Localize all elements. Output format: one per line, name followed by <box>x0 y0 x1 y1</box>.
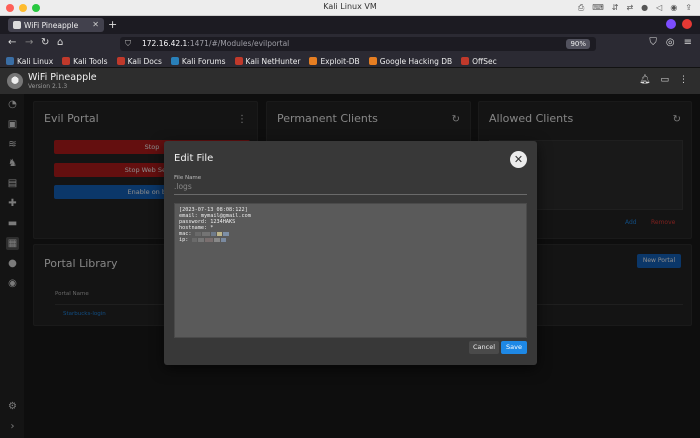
file-content-editor[interactable]: [2023-07-13 08:08:122] email: mymail@gmai… <box>174 203 527 338</box>
window-title-bar: Kali Linux VM ⎙ ⌨ ⇵ ⇄ ● ◁ ◉ ⇪ <box>0 0 700 16</box>
extension-icon[interactable] <box>666 19 676 29</box>
account-icon[interactable]: ◎ <box>666 37 675 48</box>
save-button[interactable]: Save <box>501 341 527 354</box>
bell-icon[interactable]: 🔔︎ <box>639 75 650 85</box>
browser-nav-bar: ← → ↻ ⌂ ⛉ 172.16.42.1:1471/#/Modules/evi… <box>0 34 700 54</box>
camera-icon[interactable]: ◉ <box>670 3 677 13</box>
extension-icons <box>666 19 692 29</box>
reload-icon[interactable]: ↻ <box>41 37 49 48</box>
keyboard-icon[interactable]: ⌨ <box>592 3 604 13</box>
content-line-ip: ip: <box>179 237 522 243</box>
menu-icon[interactable]: ≡ <box>684 37 692 48</box>
zoom-level[interactable]: 90% <box>566 39 590 49</box>
home-icon[interactable]: ⌂ <box>57 37 63 48</box>
modal-title: Edit File <box>174 153 214 164</box>
bookmark-kali-forums[interactable]: Kali Forums <box>170 55 226 67</box>
redacted-block <box>216 231 222 236</box>
browser-toolbar-right: ⛉ ◎ ≡ <box>649 37 692 48</box>
bookmark-icon <box>309 57 318 65</box>
app-title: WiFi Pineapple <box>28 72 97 83</box>
bookmark-offsec[interactable]: OffSec <box>461 55 497 67</box>
file-name-underline <box>174 194 527 195</box>
pineapple-favicon-icon <box>13 21 21 29</box>
bookmark-icon <box>170 57 179 65</box>
bookmark-icon <box>368 57 377 65</box>
speaker-icon[interactable]: ◁ <box>656 3 662 13</box>
extension-icon[interactable] <box>682 19 692 29</box>
redacted-block <box>191 237 197 242</box>
redacted-block <box>204 237 213 242</box>
terminal-icon[interactable]: ▭ <box>660 75 669 85</box>
bookmark-icon <box>461 57 470 65</box>
bookmark-icon <box>234 57 243 65</box>
file-name-label: File Name <box>174 175 202 181</box>
header-actions: 🔔︎ ▭ ⋮ <box>639 75 688 85</box>
bookmark-kali-linux[interactable]: Kali Linux <box>6 55 53 67</box>
cancel-button[interactable]: Cancel <box>469 341 499 354</box>
bookmark-google-hacking-db[interactable]: Google Hacking DB <box>368 55 452 67</box>
redacted-block <box>194 231 201 236</box>
redacted-block <box>213 237 220 242</box>
bookmark-exploit-db[interactable]: Exploit-DB <box>309 55 360 67</box>
back-arrow-icon[interactable]: ← <box>8 37 16 48</box>
app-header: WiFi Pineapple Version 2.1.3 🔔︎ ▭ ⋮ <box>0 68 700 94</box>
bookmark-kali-nethunter[interactable]: Kali NetHunter <box>234 55 300 67</box>
bookmark-kali-docs[interactable]: Kali Docs <box>116 55 162 67</box>
redacted-block <box>222 231 229 236</box>
tab-title: WiFi Pineapple <box>24 21 79 30</box>
share-icon[interactable]: ⇪ <box>685 3 692 13</box>
edit-file-modal: Edit File ✕ File Name .logs [2023-07-13 … <box>164 141 537 365</box>
redacted-block <box>210 231 216 236</box>
bookmark-kali-tools[interactable]: Kali Tools <box>62 55 108 67</box>
pocket-icon[interactable]: ⛉ <box>649 37 657 48</box>
forward-arrow-icon[interactable]: → <box>25 37 33 48</box>
bookmark-icon <box>6 57 14 65</box>
lock-icon: ⛉ <box>125 39 131 48</box>
bookmark-icon <box>116 57 125 65</box>
new-tab-button[interactable]: + <box>108 18 117 31</box>
more-vert-icon[interactable]: ⋮ <box>679 75 688 85</box>
bookmarks-bar: Kali Linux Kali Tools Kali Docs Kali For… <box>0 54 700 68</box>
redacted-block <box>197 237 204 242</box>
close-tab-icon[interactable]: ✕ <box>92 20 99 29</box>
url-path: :1471/#/Modules/evilportal <box>187 39 290 48</box>
printer-icon[interactable]: ⎙ <box>578 3 584 13</box>
pineapple-logo[interactable] <box>7 73 23 89</box>
network-icon[interactable]: ⇄ <box>626 3 633 13</box>
app-version: Version 2.1.3 <box>28 83 68 90</box>
browser-tab[interactable]: WiFi Pineapple ✕ <box>8 18 104 32</box>
close-modal-icon[interactable]: ✕ <box>510 151 527 168</box>
vm-toolbar: ⎙ ⌨ ⇵ ⇄ ● ◁ ◉ ⇪ <box>578 3 692 13</box>
file-name-input[interactable]: .logs <box>174 182 192 191</box>
bookmark-icon <box>62 57 71 65</box>
mic-icon[interactable]: ● <box>641 3 648 13</box>
usb-icon[interactable]: ⇵ <box>612 3 619 13</box>
url-bar[interactable]: ⛉ 172.16.42.1:1471/#/Modules/evilportal … <box>120 37 596 51</box>
redacted-block <box>201 231 210 236</box>
browser-tab-strip: WiFi Pineapple ✕ + <box>0 16 700 34</box>
redacted-block <box>220 237 226 242</box>
url-host: 172.16.42.1 <box>142 39 188 48</box>
